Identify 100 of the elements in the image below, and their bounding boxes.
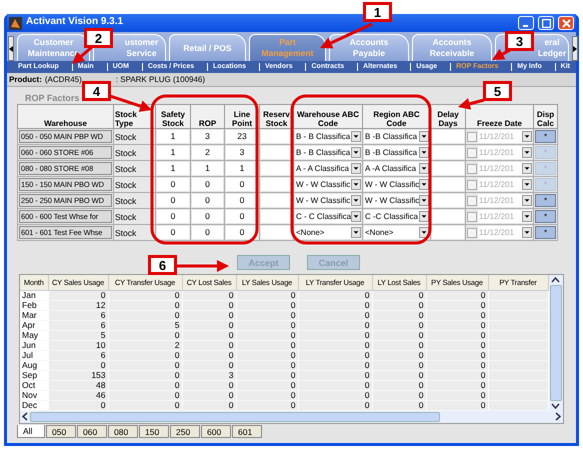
number-field[interactable]: 0 [157, 210, 189, 223]
sheet-tab[interactable]: 080 [108, 424, 138, 438]
calc-button[interactable]: * [535, 210, 556, 223]
month-cell: Jun [20, 340, 48, 350]
sheet-tab[interactable]: 601 [232, 424, 262, 438]
sheet-tab[interactable]: All [17, 424, 45, 438]
number-field[interactable]: 1 [192, 162, 223, 175]
callout-arrow [458, 98, 484, 110]
dropdown-field[interactable]: C -C Classifica [364, 210, 429, 223]
calc-button[interactable]: * [535, 130, 556, 143]
column-header: Warehouse [18, 104, 114, 128]
number-field[interactable]: 0 [192, 210, 223, 223]
callout-number: 4 [82, 81, 111, 101]
month-cell: Sep [20, 370, 48, 380]
close-button[interactable] [558, 16, 574, 30]
dropdown-field[interactable]: B - B Classifica [295, 130, 361, 143]
number-field[interactable]: 0 [157, 194, 189, 207]
number-field[interactable]: 2 [192, 146, 223, 159]
dropdown-field[interactable]: W - W Classific [364, 178, 429, 191]
scroll-right-icon[interactable] [555, 412, 561, 421]
column-header: Disp Calc [534, 104, 558, 128]
dropdown-field[interactable]: W - W Classific [295, 194, 361, 207]
scroll-left-button[interactable] [8, 36, 14, 61]
calc-button[interactable]: * [535, 226, 556, 239]
sheet-tab[interactable]: 250 [170, 424, 200, 438]
sheet-tab[interactable]: 060 [77, 424, 107, 438]
stock-type-cell: Stock [115, 196, 136, 206]
callout-number: 2 [84, 28, 113, 48]
month-cell: Mar [20, 310, 48, 320]
number-field[interactable]: 0 [192, 226, 223, 239]
month-cell: Nov [20, 390, 48, 400]
dropdown-field[interactable]: B -B Classifica [364, 130, 429, 143]
number-field[interactable]: 0 [226, 178, 258, 191]
stock-type-cell: Stock [115, 228, 136, 238]
sheet-tab[interactable]: 600 [201, 424, 231, 438]
number-field[interactable] [432, 162, 464, 175]
column-header: Warehouse ABC Code [294, 104, 362, 128]
scroll-right-button[interactable] [572, 36, 578, 61]
right-arrow-icon [573, 46, 577, 52]
scroll-down-icon[interactable] [551, 402, 560, 408]
window-title: Activant Vision 9.3.1 [26, 16, 124, 27]
left-arrow-icon [9, 46, 13, 52]
number-field[interactable]: 0 [157, 226, 189, 239]
number-field[interactable] [261, 210, 292, 223]
month-cell: Dec [20, 400, 48, 410]
number-field[interactable]: 0 [192, 194, 223, 207]
month-cell: Apr [20, 320, 48, 330]
product-label: Product: [9, 75, 42, 84]
dropdown-field[interactable]: B -B Classifica [364, 146, 429, 159]
sheet-tab[interactable]: 150 [139, 424, 169, 438]
calc-button[interactable]: * [535, 194, 556, 207]
stock-type-cell: Stock [115, 164, 136, 174]
maximize-button[interactable] [538, 16, 554, 30]
vertical-scrollbar[interactable] [548, 275, 563, 410]
dropdown-field[interactable]: A -A Classifica [364, 162, 429, 175]
number-field[interactable]: 0 [226, 210, 258, 223]
number-field[interactable] [432, 178, 464, 191]
number-field[interactable] [261, 146, 292, 159]
dropdown-field[interactable]: W - W Classific [364, 194, 429, 207]
number-field[interactable] [261, 178, 292, 191]
number-field[interactable] [432, 226, 464, 239]
group-title: ROP Factors [25, 93, 80, 104]
callout-number: 1 [363, 2, 392, 22]
number-field[interactable] [261, 194, 292, 207]
close-icon [562, 18, 570, 28]
number-field[interactable] [261, 130, 292, 143]
app-icon [9, 16, 22, 30]
number-field[interactable]: 1 [157, 130, 189, 143]
number-field[interactable]: 0 [226, 226, 258, 239]
horizontal-scrollbar[interactable] [20, 410, 563, 422]
dropdown-field[interactable]: A - A Classifica [295, 162, 361, 175]
number-field[interactable]: 1 [157, 146, 189, 159]
callout-number: 5 [483, 81, 512, 101]
number-field[interactable] [261, 162, 292, 175]
number-field[interactable]: 3 [226, 146, 258, 159]
callout-arrow [177, 260, 229, 272]
column-header: Delay Days [430, 104, 466, 128]
number-field[interactable] [432, 130, 464, 143]
number-field[interactable]: 0 [157, 178, 189, 191]
number-field[interactable]: 1 [157, 162, 189, 175]
number-field[interactable]: 23 [226, 130, 258, 143]
number-field[interactable] [432, 146, 464, 159]
number-field[interactable] [432, 194, 464, 207]
dropdown-field[interactable]: <None> [295, 226, 361, 239]
scroll-left-icon[interactable] [22, 412, 28, 421]
number-field[interactable]: 3 [192, 130, 223, 143]
sheet-tab[interactable]: 050 [46, 424, 76, 438]
minimize-button[interactable] [518, 16, 534, 30]
number-field[interactable] [432, 210, 464, 223]
dropdown-field[interactable]: W - W Classific [295, 178, 361, 191]
number-field[interactable]: 0 [192, 178, 223, 191]
number-field[interactable] [261, 226, 292, 239]
dropdown-field[interactable]: B - B Classifica [295, 146, 361, 159]
number-field[interactable]: 1 [226, 162, 258, 175]
dropdown-field[interactable]: <None> [364, 226, 429, 239]
stock-type-cell: Stock [115, 132, 136, 142]
dropdown-field[interactable]: C - C Classifica [295, 210, 361, 223]
number-field[interactable]: 0 [226, 194, 258, 207]
scroll-up-icon[interactable] [551, 277, 560, 283]
column-header: Freeze Date [466, 104, 534, 128]
